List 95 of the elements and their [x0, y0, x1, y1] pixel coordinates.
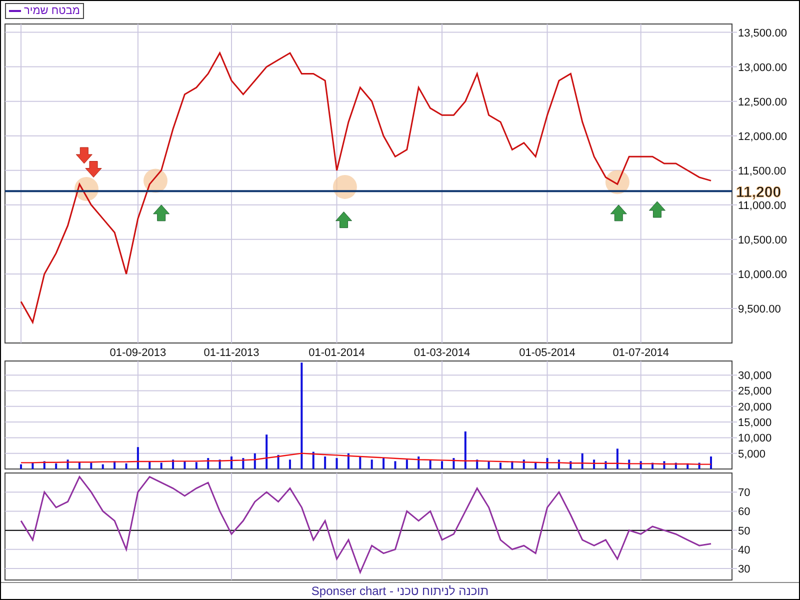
volume-bar: [78, 462, 80, 469]
volume-bar: [464, 431, 466, 469]
y-tick-label: 15,000: [738, 417, 772, 430]
y-tick-label: 11,500.00: [738, 165, 786, 178]
volume-bar: [102, 464, 104, 469]
volume-bar: [441, 461, 444, 469]
volume-bar: [160, 462, 162, 469]
volume-bar: [114, 461, 116, 469]
volume-bar: [406, 460, 408, 469]
volume-bar: [616, 448, 618, 469]
legend-line-icon: [9, 9, 21, 13]
volume-bar: [476, 460, 478, 469]
volume-bar: [55, 463, 58, 469]
footer-text: Sponser chart - תוכנה לניתוח טכני: [311, 584, 489, 598]
volume-bar: [90, 462, 92, 469]
y-tick-label: 12,500.00: [738, 96, 787, 108]
y-tick-label: 40: [738, 544, 750, 556]
highlight-circle: [144, 168, 168, 193]
y-tick-label: 10,000.00: [738, 268, 787, 281]
y-tick-label: 30,000: [738, 370, 772, 382]
volume-bar: [277, 454, 280, 469]
x-tick-label: 01-07-2014: [612, 347, 669, 359]
down-arrow-icon: [85, 161, 102, 178]
volume-bar: [148, 461, 151, 469]
volume-bar: [195, 462, 198, 469]
y-tick-label: 13,000.00: [738, 62, 787, 74]
volume-bar: [674, 462, 677, 469]
up-arrow-icon: [336, 212, 352, 228]
y-tick-label: 20,000: [738, 401, 772, 414]
volume-bar: [43, 461, 46, 469]
volume-bar: [593, 460, 596, 469]
highlight-circle: [74, 177, 98, 202]
volume-bar: [347, 453, 350, 469]
y-tick-label: 12,000.00: [738, 130, 787, 143]
up-arrow-icon: [610, 204, 627, 222]
y-tick-label: 30: [738, 564, 750, 576]
volume-bar: [522, 460, 525, 469]
volume-bar: [288, 460, 291, 469]
volume-bar: [429, 460, 432, 469]
volume-bar: [546, 458, 548, 469]
volume-bar: [370, 460, 373, 469]
volume-bar: [534, 462, 537, 469]
volume-bar: [640, 461, 642, 469]
volume-bar: [136, 447, 139, 469]
volume-bar: [218, 460, 221, 469]
volume-bar: [452, 458, 455, 469]
volume-bar: [418, 456, 420, 469]
x-tick-label: 01-01-2014: [308, 347, 365, 359]
highlight-circle: [605, 170, 630, 194]
volume-bar: [359, 456, 362, 469]
volume-bar: [312, 452, 314, 469]
volume-bar: [254, 453, 256, 469]
volume-bar: [382, 458, 385, 469]
volume-bar: [628, 460, 630, 469]
volume-bar: [172, 460, 174, 469]
y-tick-label: 50: [738, 525, 750, 538]
volume-bar: [698, 462, 700, 469]
volume-bar: [570, 461, 572, 469]
volume-bar: [266, 434, 268, 469]
volume-bar: [66, 460, 69, 469]
volume-bar: [394, 461, 396, 469]
volume-bar: [32, 462, 34, 469]
x-tick-label: 01-09-2013: [110, 347, 166, 359]
y-tick-label: 25,000: [738, 386, 772, 398]
y-tick-label: 70: [738, 487, 750, 500]
y-tick-label: 11,000.00: [738, 200, 786, 212]
level-label: 11,200: [736, 184, 782, 202]
up-arrow-icon: [648, 201, 666, 218]
volume-bar: [488, 461, 490, 469]
volume-bar: [511, 461, 514, 469]
y-tick-label: 10,000: [738, 432, 772, 445]
volume-bar: [604, 461, 607, 469]
y-tick-label: 5,000: [738, 448, 766, 460]
x-tick-label: 01-05-2014: [519, 347, 576, 359]
volume-bar: [125, 463, 128, 469]
highlight-circle: [332, 174, 357, 199]
down-arrow-icon: [76, 147, 92, 164]
volume-bar: [207, 458, 210, 469]
volume-bar: [558, 460, 560, 469]
volume-bar: [663, 461, 666, 469]
volume-bar: [581, 453, 584, 469]
volume-bar: [652, 462, 654, 469]
y-tick-label: 13,500.00: [738, 27, 787, 40]
x-tick-label: 01-11-2013: [204, 347, 260, 359]
y-tick-label: 60: [738, 506, 750, 518]
legend-label: מבטח שמיר: [24, 5, 80, 17]
up-arrow-icon: [153, 204, 170, 222]
volume-bar: [324, 456, 326, 469]
y-tick-label: 10,500.00: [738, 234, 787, 246]
volume-bar: [686, 463, 689, 469]
volume-bar: [184, 461, 186, 469]
x-tick-label: 01-03-2014: [414, 347, 470, 359]
volume-bar: [242, 458, 244, 469]
y-tick-label: 9,500.00: [738, 303, 781, 316]
volume-bar: [336, 458, 338, 469]
